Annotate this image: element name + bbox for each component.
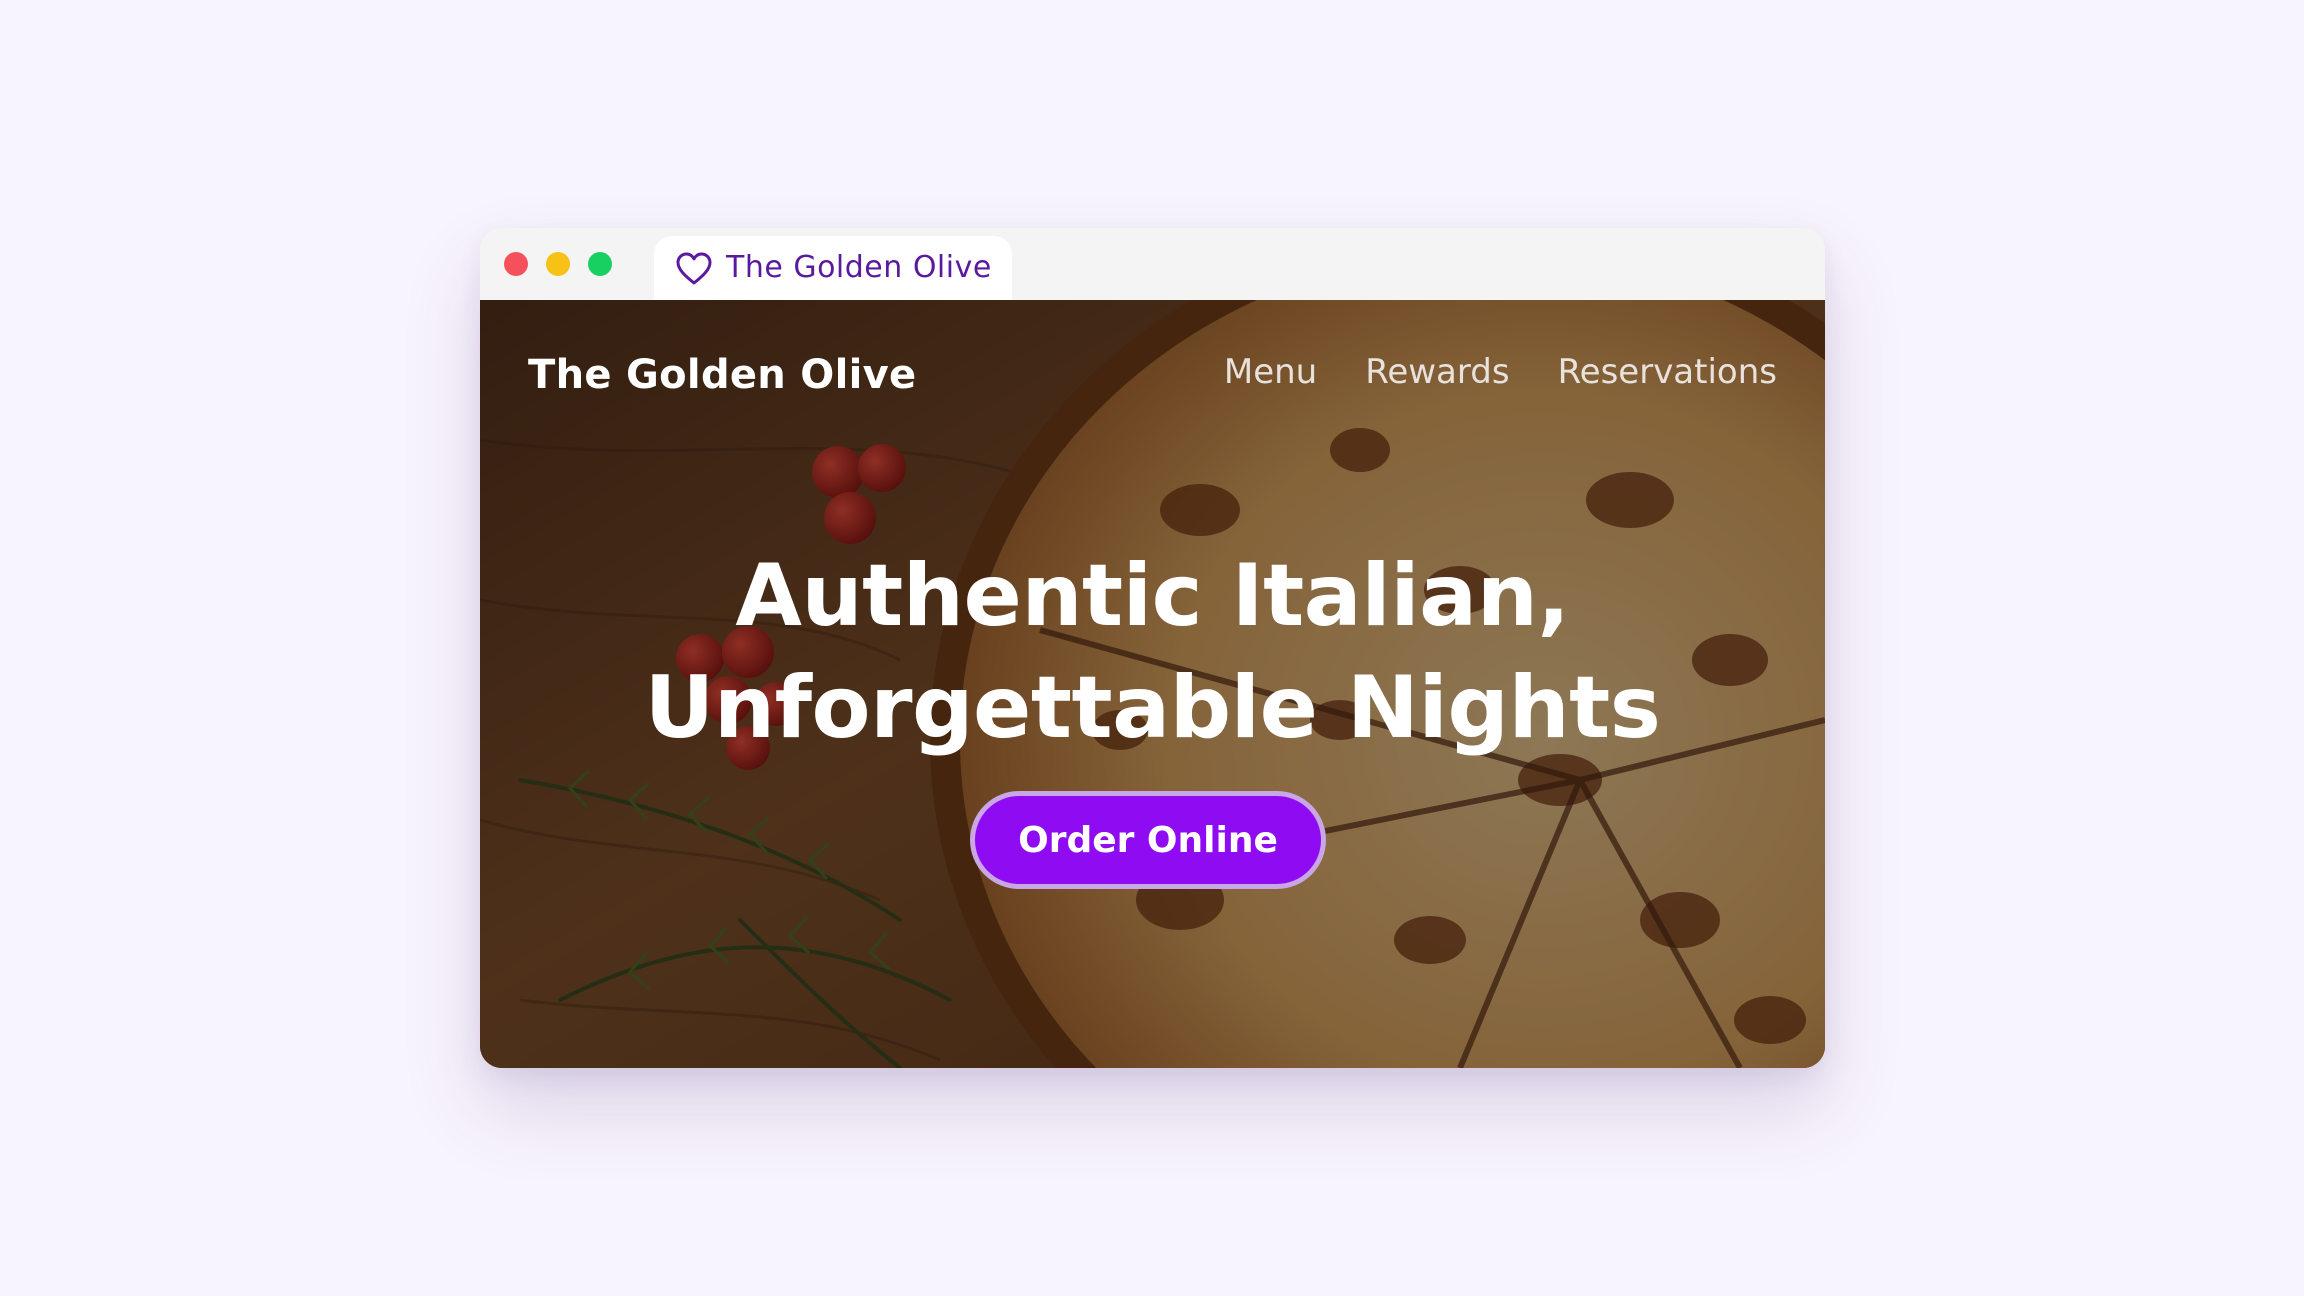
hero-headline-line-1: Authentic Italian,: [735, 546, 1570, 646]
hero-section: The Golden Olive Menu Rewards Reservatio…: [480, 300, 1825, 1068]
maximize-window-button[interactable]: [588, 252, 612, 276]
site-brand[interactable]: The Golden Olive: [528, 352, 916, 398]
browser-tab[interactable]: The Golden Olive: [654, 236, 1012, 300]
order-online-button[interactable]: Order Online: [970, 791, 1326, 889]
heart-icon: [676, 252, 712, 285]
nav-link-reservations[interactable]: Reservations: [1558, 352, 1777, 392]
main-nav: Menu Rewards Reservations: [1224, 352, 1777, 392]
close-window-button[interactable]: [504, 252, 528, 276]
nav-link-menu[interactable]: Menu: [1224, 352, 1317, 392]
browser-window: The Golden Olive The Golden Olive Menu R…: [480, 228, 1825, 1068]
nav-link-rewards[interactable]: Rewards: [1365, 352, 1509, 392]
hero-headline-line-2: Unforgettable Nights: [644, 658, 1661, 758]
browser-titlebar: The Golden Olive: [480, 228, 1825, 300]
minimize-window-button[interactable]: [546, 252, 570, 276]
hero-headline: Authentic Italian, Unforgettable Nights: [480, 540, 1825, 764]
tab-title: The Golden Olive: [726, 250, 992, 285]
